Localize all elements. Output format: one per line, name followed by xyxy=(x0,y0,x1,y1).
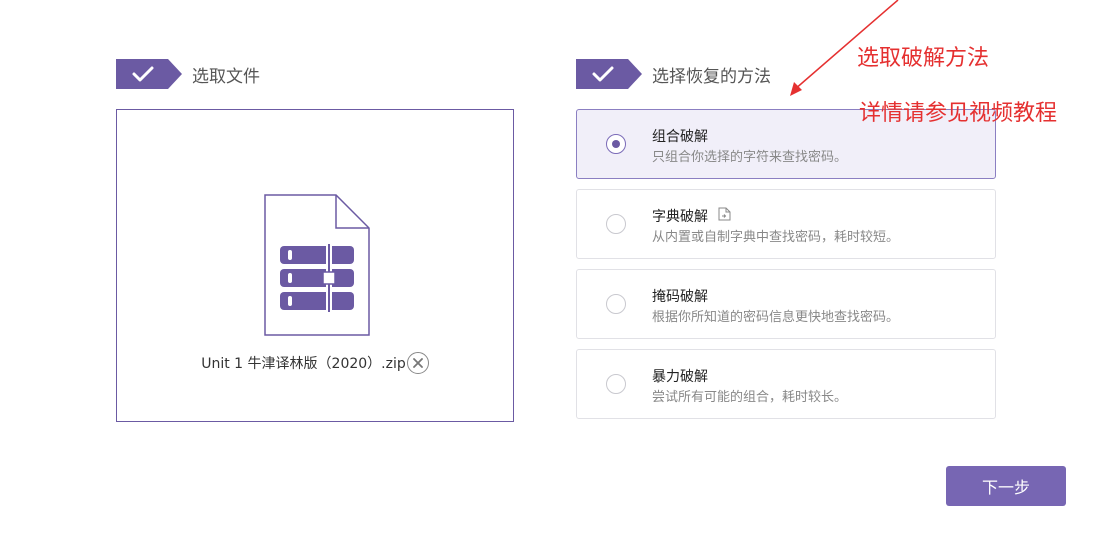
import-file-icon[interactable] xyxy=(718,207,731,225)
method-desc: 尝试所有可能的组合，耗时较长。 xyxy=(652,390,848,405)
close-circle-icon[interactable] xyxy=(406,352,429,374)
step-title-select-method: 选择恢复的方法 xyxy=(652,66,771,87)
check-flag-icon xyxy=(116,59,182,89)
method-name: 字典破解 xyxy=(652,209,708,225)
radio-brute-force[interactable] xyxy=(606,374,626,394)
step-title-select-file: 选取文件 xyxy=(192,66,260,87)
method-name: 暴力破解 xyxy=(652,369,708,385)
file-name-row: Unit 1 牛津译林版（2020）.zip xyxy=(117,352,513,374)
radio-mask[interactable] xyxy=(606,294,626,314)
check-flag-icon xyxy=(576,59,642,89)
file-drop-panel[interactable]: Unit 1 牛津译林版（2020）.zip xyxy=(116,109,514,422)
method-desc: 只组合你选择的字符来查找密码。 xyxy=(652,150,848,165)
method-name-row: 字典破解 xyxy=(652,206,731,226)
file-name: Unit 1 牛津译林版（2020）.zip xyxy=(201,356,406,372)
radio-combination[interactable] xyxy=(606,134,626,154)
method-name: 掩码破解 xyxy=(652,289,708,305)
step-select-file: 选取文件 xyxy=(116,59,260,89)
zip-archive-icon xyxy=(264,194,370,340)
annotation-line-1: 选取破解方法 xyxy=(857,46,990,71)
radio-dictionary[interactable] xyxy=(606,214,626,234)
annotation-line-2: 详情请参见视频教程 xyxy=(859,101,1058,126)
method-brute-force[interactable]: 暴力破解 尝试所有可能的组合，耗时较长。 xyxy=(576,349,996,419)
method-name: 组合破解 xyxy=(652,129,708,145)
method-desc: 从内置或自制字典中查找密码，耗时较短。 xyxy=(652,230,900,245)
next-button[interactable]: 下一步 xyxy=(946,466,1066,506)
method-mask[interactable]: 掩码破解 根据你所知道的密码信息更快地查找密码。 xyxy=(576,269,996,339)
step-select-method: 选择恢复的方法 xyxy=(576,59,771,89)
method-desc: 根据你所知道的密码信息更快地查找密码。 xyxy=(652,310,900,325)
method-dictionary[interactable]: 字典破解 从内置或自制字典中查找密码，耗时较短。 xyxy=(576,189,996,259)
